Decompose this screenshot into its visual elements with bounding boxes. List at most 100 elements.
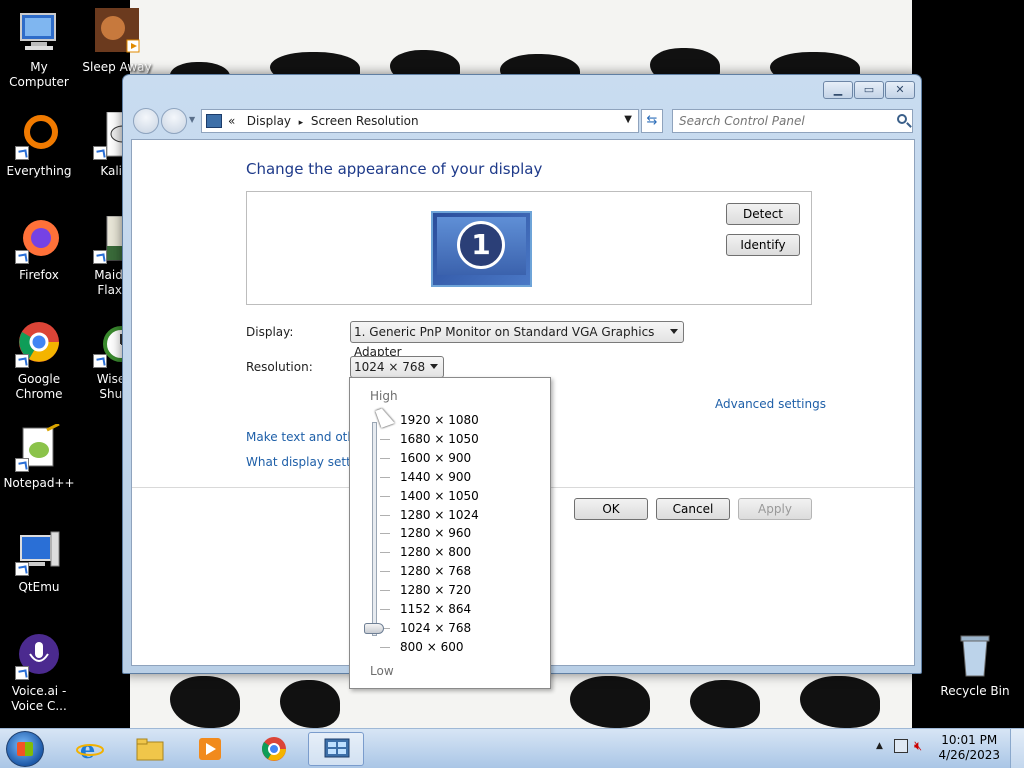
page-title: Change the appearance of your display bbox=[246, 160, 543, 178]
close-button[interactable]: ✕ bbox=[885, 81, 915, 99]
system-tray: ▲ 🔇︎ 10:01 PM 4/26/2023 bbox=[864, 729, 1024, 768]
recycle-bin-icon bbox=[951, 632, 999, 680]
folder-icon bbox=[136, 738, 164, 761]
shortcut-arrow-icon bbox=[15, 562, 29, 576]
desktop-icon-firefox[interactable]: Firefox bbox=[0, 216, 78, 283]
resolution-option[interactable]: 1152 × 864 bbox=[400, 602, 471, 616]
breadcrumb-screen-resolution[interactable]: Screen Resolution bbox=[311, 114, 419, 128]
apply-button[interactable]: Apply bbox=[738, 498, 812, 520]
refresh-button[interactable]: ⇆ bbox=[641, 109, 663, 133]
search-box bbox=[672, 109, 913, 133]
resolution-option[interactable]: 800 × 600 bbox=[400, 640, 464, 654]
monitor-number: 1 bbox=[457, 221, 505, 269]
slider-tick bbox=[380, 439, 390, 440]
show-hidden-icons-button[interactable]: ▲ bbox=[876, 741, 883, 751]
shortcut-arrow-icon bbox=[15, 354, 29, 368]
resolution-option[interactable]: 1280 × 768 bbox=[400, 564, 471, 578]
resolution-option[interactable]: 1400 × 1050 bbox=[400, 489, 479, 503]
taskbar-windows-explorer[interactable] bbox=[122, 732, 178, 766]
internet-explorer-icon: e bbox=[76, 736, 104, 762]
everything-search-icon bbox=[15, 112, 63, 160]
display-select-value: 1. Generic PnP Monitor on Standard VGA G… bbox=[354, 325, 655, 359]
breadcrumb-separator-icon: ▸ bbox=[298, 118, 304, 128]
media-player-icon bbox=[199, 738, 221, 760]
desktop-icon-everything[interactable]: Everything bbox=[0, 112, 78, 179]
slider-tick bbox=[380, 496, 390, 497]
desktop-icon-label: Google Chrome bbox=[15, 372, 63, 401]
taskbar-google-chrome[interactable] bbox=[246, 732, 302, 766]
slider-tick bbox=[380, 477, 390, 478]
resolution-select[interactable]: 1024 × 768 bbox=[350, 356, 444, 378]
control-panel-icon bbox=[324, 738, 350, 758]
network-icon[interactable] bbox=[894, 739, 908, 753]
desktop-icon-label: Recycle Bin bbox=[940, 684, 1010, 698]
resolution-low-label: Low bbox=[370, 664, 394, 678]
ok-button[interactable]: OK bbox=[574, 498, 648, 520]
desktop-icon-google-chrome[interactable]: Google Chrome bbox=[0, 320, 78, 402]
maximize-button[interactable]: ▭ bbox=[854, 81, 884, 99]
recent-pages-chevron-icon[interactable]: ▼ bbox=[189, 115, 195, 124]
refresh-icon: ⇆ bbox=[646, 113, 658, 128]
address-dropdown-icon[interactable]: ▼ bbox=[624, 114, 632, 125]
desktop-icon-recycle-bin[interactable]: Recycle Bin bbox=[936, 632, 1014, 699]
shortcut-arrow-icon bbox=[15, 666, 29, 680]
maximize-icon: ▭ bbox=[863, 83, 875, 96]
forward-button[interactable] bbox=[161, 108, 187, 134]
volume-muted-icon[interactable]: 🔇︎ bbox=[914, 739, 922, 754]
resolution-slider-track[interactable] bbox=[372, 422, 377, 636]
taskbar-control-panel[interactable] bbox=[308, 732, 364, 766]
desktop-icon-my-computer[interactable]: My Computer bbox=[0, 8, 78, 90]
desktop-icon-sleep-away[interactable]: Sleep Away bbox=[78, 8, 156, 75]
search-icon[interactable] bbox=[897, 114, 907, 124]
computer-icon bbox=[15, 8, 63, 56]
resolution-option[interactable]: 1680 × 1050 bbox=[400, 432, 479, 446]
shortcut-arrow-icon bbox=[15, 146, 29, 160]
minimize-button[interactable]: ▁ bbox=[823, 81, 853, 99]
desktop-icon-notepad-plus-plus[interactable]: Notepad++ bbox=[0, 422, 78, 491]
desktop-icon-qtemu[interactable]: QtEmu bbox=[0, 528, 78, 595]
resolution-slider-thumb[interactable] bbox=[364, 623, 384, 634]
desktop-icon-label: Firefox bbox=[19, 268, 59, 282]
resolution-option[interactable]: 1440 × 900 bbox=[400, 470, 471, 484]
identify-button[interactable]: Identify bbox=[726, 234, 800, 256]
chevron-down-icon bbox=[430, 364, 438, 369]
resolution-option[interactable]: 1280 × 1024 bbox=[400, 508, 479, 522]
desktop-icon-label: My Computer bbox=[9, 60, 69, 89]
slider-tick bbox=[380, 647, 390, 648]
breadcrumb: « Display ▸ Screen Resolution bbox=[228, 114, 419, 128]
resolution-option[interactable]: 1920 × 1080 bbox=[400, 413, 479, 427]
display-select[interactable]: 1. Generic PnP Monitor on Standard VGA G… bbox=[350, 321, 684, 359]
display-label: Display: bbox=[246, 325, 294, 339]
advanced-settings-link[interactable]: Advanced settings bbox=[715, 397, 826, 411]
taskbar-media-player[interactable] bbox=[182, 732, 238, 766]
media-file-icon bbox=[93, 8, 141, 56]
monitor-1-icon[interactable]: 1 bbox=[431, 211, 532, 287]
slider-tick bbox=[380, 552, 390, 553]
microphone-icon bbox=[15, 632, 63, 680]
address-bar[interactable]: « Display ▸ Screen Resolution ▼ bbox=[201, 109, 639, 133]
slider-tick bbox=[380, 571, 390, 572]
cancel-button[interactable]: Cancel bbox=[656, 498, 730, 520]
resolution-option[interactable]: 1280 × 800 bbox=[400, 545, 471, 559]
slider-tick bbox=[380, 515, 390, 516]
breadcrumb-overflow[interactable]: « bbox=[228, 114, 235, 128]
resolution-option[interactable]: 1600 × 900 bbox=[400, 451, 471, 465]
start-button[interactable] bbox=[6, 731, 44, 767]
taskbar-internet-explorer[interactable]: e bbox=[62, 732, 118, 766]
navigation-bar: ▼ « Display ▸ Screen Resolution ▼ ⇆ bbox=[131, 105, 913, 135]
slider-tick bbox=[380, 533, 390, 534]
resolution-option[interactable]: 1280 × 960 bbox=[400, 526, 471, 540]
show-desktop-button[interactable] bbox=[1010, 729, 1024, 768]
desktop-icon-label: Everything bbox=[6, 164, 72, 178]
search-input[interactable] bbox=[679, 111, 889, 131]
clock[interactable]: 10:01 PM 4/26/2023 bbox=[938, 733, 1000, 763]
resolution-option[interactable]: 1280 × 720 bbox=[400, 583, 471, 597]
desktop-icon-label: QtEmu bbox=[18, 580, 60, 594]
back-button[interactable] bbox=[133, 108, 159, 134]
taskbar: e ▲ 🔇︎ 10:01 PM 4/26/2023 bbox=[0, 728, 1024, 768]
detect-button[interactable]: Detect bbox=[726, 203, 800, 225]
resolution-high-label: High bbox=[370, 389, 398, 403]
resolution-option[interactable]: 1024 × 768 bbox=[400, 621, 471, 635]
breadcrumb-display[interactable]: Display bbox=[247, 114, 291, 128]
desktop-icon-voice-ai[interactable]: Voice.ai - Voice C... bbox=[0, 632, 78, 714]
